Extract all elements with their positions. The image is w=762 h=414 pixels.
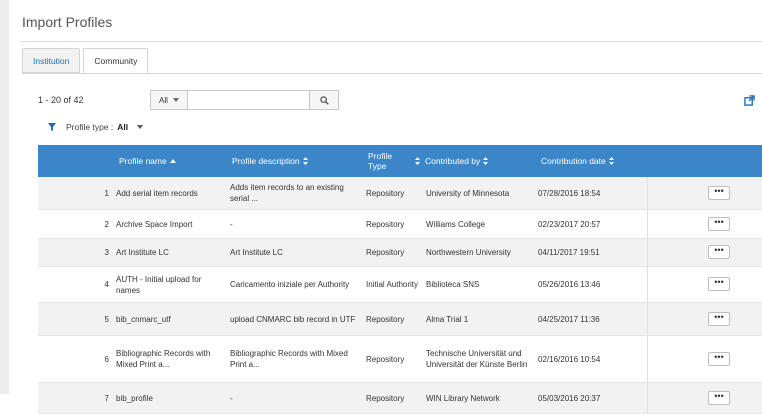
profile-name[interactable]: bib_profile (116, 383, 224, 413)
profile-type: Repository (366, 188, 405, 198)
row-index: 2 (104, 219, 109, 229)
profile-type: Repository (366, 354, 405, 364)
action-cell (647, 210, 688, 238)
column-header-profile-description[interactable]: Profile description (232, 145, 308, 177)
tab-bar: Institution Community (22, 48, 151, 74)
tab-community[interactable]: Community (83, 48, 149, 74)
profile-description: Caricamento iniziale per Authority (230, 280, 350, 289)
left-panel-edge (0, 0, 9, 394)
row-actions-button[interactable]: ••• (708, 186, 730, 200)
search-icon (319, 95, 329, 105)
table-row: 2 Archive Space Import - Repository Will… (38, 210, 762, 239)
profile-description: upload CNMARC bib record in UTF (230, 314, 356, 324)
sort-ascending-icon (169, 159, 176, 163)
row-index: 7 (104, 393, 109, 403)
action-cell (647, 383, 688, 413)
filter-value: All (117, 122, 129, 132)
profile-description: - (230, 219, 233, 229)
row-actions-button[interactable]: ••• (708, 245, 730, 259)
sort-icon (415, 157, 420, 165)
contribution-date: 05/26/2016 13:46 (538, 280, 601, 289)
action-cell (647, 303, 688, 335)
contribution-date: 02/16/2016 10:54 (538, 354, 601, 364)
table-row: 1 Add serial item records Adds item reco… (38, 177, 762, 210)
column-header-profile-name[interactable]: Profile name (119, 145, 176, 177)
profiles-table: Profile name Profile description Profile… (38, 145, 762, 414)
row-actions-button[interactable]: ••• (708, 352, 730, 366)
search-bar: All (150, 90, 339, 110)
search-scope-select[interactable]: All (150, 90, 188, 110)
title-divider (20, 41, 762, 42)
table-row: 7 bib_profile - Repository WIN Library N… (38, 383, 762, 414)
sort-icon (483, 157, 489, 165)
table-header: Profile name Profile description Profile… (38, 145, 762, 177)
contributed-by: University of Minnesota (426, 188, 510, 198)
search-input[interactable] (188, 90, 310, 110)
search-button[interactable] (310, 90, 339, 110)
contributed-by: Northwestern University (426, 248, 511, 257)
filter-icon (48, 123, 56, 131)
contribution-date: 07/28/2016 18:54 (538, 188, 601, 198)
caret-down-icon (137, 125, 144, 129)
contributed-by: Alma Trial 1 (426, 314, 469, 324)
profile-name[interactable]: AUTH - Initial upload for names (116, 267, 224, 302)
row-index: 4 (104, 280, 109, 289)
caret-down-icon (172, 98, 179, 102)
export-icon[interactable] (744, 95, 755, 108)
profile-description: Art Institute LC (230, 248, 283, 257)
filter-label: Profile type : (66, 122, 114, 132)
profile-type: Repository (366, 393, 405, 403)
table-row: 6 Bibliographic Records with Mixed Print… (38, 336, 762, 383)
row-actions-button[interactable]: ••• (708, 217, 730, 231)
row-index: 6 (104, 354, 109, 364)
page-title: Import Profiles (22, 14, 113, 30)
sort-icon (302, 157, 308, 165)
row-actions-button[interactable]: ••• (708, 391, 730, 405)
profile-name[interactable]: bib_cnmarc_utf (116, 303, 224, 335)
contribution-date: 04/11/2017 19:51 (538, 248, 600, 257)
row-actions-button[interactable]: ••• (708, 312, 730, 326)
contributed-by: Biblioteca SNS (426, 280, 480, 289)
action-cell (647, 267, 688, 302)
action-cell (647, 239, 688, 266)
contribution-date: 05/03/2016 20:37 (538, 393, 601, 403)
contributed-by: Technische Universität und Universität d… (426, 349, 528, 369)
profile-name[interactable]: Archive Space Import (116, 210, 224, 238)
column-header-contribution-date[interactable]: Contribution date (541, 145, 614, 177)
table-row: 5 bib_cnmarc_utf upload CNMARC bib recor… (38, 303, 762, 336)
profile-name[interactable]: Bibliographic Records with Mixed Print a… (116, 336, 224, 382)
contribution-date: 04/25/2017 11:36 (538, 314, 600, 324)
contribution-date: 02/23/2017 20:57 (538, 219, 601, 229)
profile-type: Repository (366, 219, 405, 229)
table-row: 4 AUTH - Initial upload for names Carica… (38, 267, 762, 303)
row-index: 3 (104, 248, 109, 257)
column-header-profile-type[interactable]: Profile Type (368, 145, 392, 177)
column-header-contributed-by[interactable]: Contributed by (415, 145, 489, 177)
action-cell (647, 177, 688, 209)
results-count: 1 - 20 of 42 (38, 95, 84, 105)
row-index: 1 (104, 188, 109, 198)
profile-type: Repository (366, 248, 405, 257)
row-actions-button[interactable]: ••• (708, 277, 730, 291)
table-row: 3 Art Institute LC Art Institute LC Repo… (38, 239, 762, 267)
profile-type: Repository (366, 314, 405, 324)
action-cell (647, 336, 688, 382)
tab-institution[interactable]: Institution (22, 48, 81, 73)
contributed-by: WIN Library Network (426, 393, 500, 403)
contributed-by: Williams College (426, 219, 486, 229)
tabs-divider (22, 73, 762, 74)
search-scope-value: All (159, 95, 168, 105)
profile-type-filter[interactable]: Profile type : All (48, 122, 144, 132)
profile-name[interactable]: Art Institute LC (116, 239, 224, 266)
profile-description: Bibliographic Records with Mixed Print a… (230, 349, 348, 369)
profile-type: Initial Authority (366, 280, 419, 289)
row-index: 5 (104, 314, 109, 324)
profile-name[interactable]: Add serial item records (116, 177, 224, 209)
profile-description: - (230, 393, 233, 403)
sort-icon (608, 157, 614, 165)
profile-description: Adds item records to an existing serial … (230, 183, 344, 203)
